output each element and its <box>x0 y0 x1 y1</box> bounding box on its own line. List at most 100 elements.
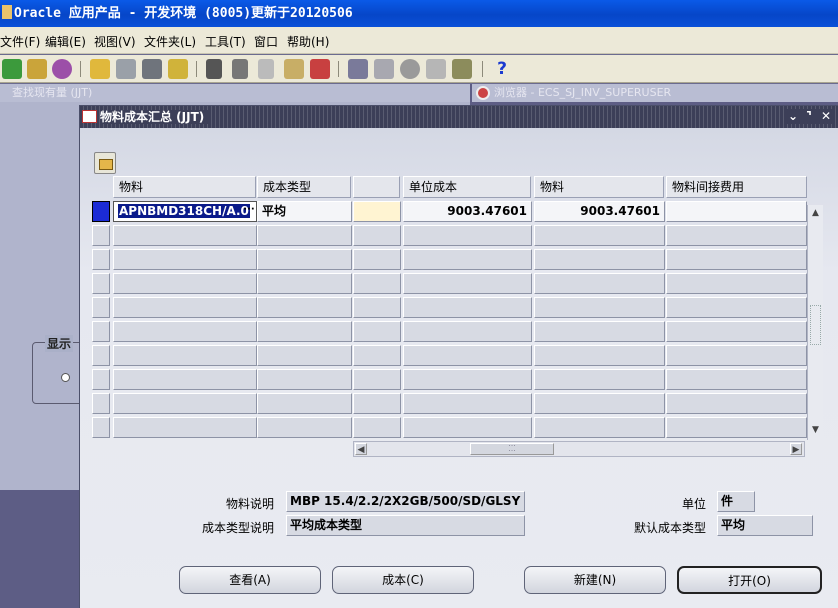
print-setup-icon[interactable] <box>116 59 136 79</box>
record-indicator[interactable] <box>92 345 110 366</box>
col-header-item[interactable]: 物料 <box>113 176 256 198</box>
cell-unit-cost[interactable] <box>403 297 532 318</box>
scroll-right-icon[interactable]: ▶ <box>790 443 802 455</box>
horizontal-scrollbar[interactable]: ◀ ⁚⁚⁚ ▶ <box>353 441 805 457</box>
record-indicator[interactable] <box>92 249 110 270</box>
cell-item[interactable] <box>113 369 257 390</box>
cell-material[interactable] <box>534 297 665 318</box>
delete-icon[interactable] <box>310 59 330 79</box>
scroll-thumb[interactable] <box>810 305 821 345</box>
cell-cost-type[interactable] <box>257 273 352 294</box>
cell-material-overhead[interactable] <box>666 249 807 270</box>
cell-unit-cost[interactable] <box>403 225 532 246</box>
cell-blank[interactable] <box>353 249 401 270</box>
cell-blank[interactable] <box>353 297 401 318</box>
cell-material-overhead[interactable] <box>666 345 807 366</box>
cell-cost-type[interactable] <box>257 393 352 414</box>
record-indicator[interactable] <box>92 297 110 318</box>
cell-blank[interactable] <box>353 321 401 342</box>
item-description-field[interactable]: MBP 15.4/2.2/2X2GB/500/SD/GLSY <box>286 491 525 512</box>
record-indicator[interactable] <box>92 201 110 222</box>
minimize-icon[interactable]: ⌄ <box>786 109 800 124</box>
record-indicator[interactable] <box>92 321 110 342</box>
cell-material-overhead[interactable] <box>666 225 807 246</box>
cost-button[interactable]: 成本(C) <box>332 566 474 594</box>
cell-blank[interactable] <box>353 273 401 294</box>
navigator-icon[interactable] <box>52 59 72 79</box>
cell-unit-cost[interactable] <box>403 249 532 270</box>
print-icon[interactable] <box>142 59 162 79</box>
cell-item[interactable] <box>113 321 257 342</box>
cell-unit-cost[interactable] <box>403 273 532 294</box>
cell-cost-type[interactable] <box>257 249 352 270</box>
cell-material-overhead[interactable] <box>666 297 807 318</box>
cell-item[interactable] <box>113 273 257 294</box>
cell-unit-cost[interactable] <box>403 345 532 366</box>
cell-item[interactable] <box>113 297 257 318</box>
paste-icon[interactable] <box>258 59 274 79</box>
attach-folder-icon[interactable] <box>168 59 188 79</box>
new-icon[interactable] <box>2 59 22 79</box>
col-header-unit-cost[interactable]: 单位成本 <box>403 176 531 198</box>
scroll-left-icon[interactable]: ◀ <box>355 443 367 455</box>
flashlight-icon[interactable] <box>27 59 47 79</box>
cell-material-overhead[interactable] <box>666 321 807 342</box>
cell-cost-type[interactable] <box>257 321 352 342</box>
cell-unit-cost[interactable] <box>403 393 532 414</box>
menu-tools[interactable]: 工具(T) <box>205 33 246 50</box>
cell-material-overhead[interactable] <box>666 369 807 390</box>
record-indicator[interactable] <box>92 417 110 438</box>
record-indicator[interactable] <box>92 225 110 246</box>
cell-blank[interactable] <box>353 417 401 438</box>
menu-folder[interactable]: 文件夹(L) <box>144 33 196 50</box>
menu-help[interactable]: 帮助(H) <box>287 33 329 50</box>
help-icon[interactable]: ? <box>492 59 512 79</box>
cell-item[interactable] <box>113 345 257 366</box>
cell-material[interactable] <box>534 225 665 246</box>
cell-material-overhead[interactable] <box>666 273 807 294</box>
pencil-icon[interactable] <box>348 59 368 79</box>
cell-item[interactable] <box>113 225 257 246</box>
cell-cost-type[interactable] <box>257 297 352 318</box>
record-indicator[interactable] <box>92 273 110 294</box>
cell-material[interactable]: 9003.47601 <box>534 201 665 222</box>
cell-cost-type[interactable] <box>257 225 352 246</box>
save-icon[interactable] <box>90 59 110 79</box>
cell-material[interactable] <box>534 417 665 438</box>
cell-cost-type[interactable] <box>257 417 352 438</box>
cell-blank[interactable] <box>353 201 401 222</box>
close-icon[interactable]: ✕ <box>819 109 833 124</box>
cell-cost-type[interactable] <box>257 369 352 390</box>
cell-unit-cost[interactable] <box>403 321 532 342</box>
folder-open-icon[interactable] <box>94 152 116 174</box>
open-button[interactable]: 打开(O) <box>677 566 822 594</box>
col-header-material-overhead[interactable]: 物料间接费用 <box>666 176 807 198</box>
hscroll-thumb[interactable]: ⁚⁚⁚ <box>470 443 554 455</box>
menu-view[interactable]: 视图(V) <box>94 33 136 50</box>
scroll-up-icon[interactable]: ▲ <box>810 208 821 219</box>
cell-cost-type[interactable]: 平均 <box>257 201 352 222</box>
cell-item[interactable] <box>113 249 257 270</box>
cell-material[interactable] <box>534 321 665 342</box>
tools-icon[interactable] <box>452 59 472 79</box>
cell-material-overhead[interactable] <box>666 393 807 414</box>
cell-cost-type[interactable] <box>257 345 352 366</box>
display-radio[interactable] <box>61 373 70 382</box>
view-button[interactable]: 查看(A) <box>179 566 321 594</box>
record-indicator[interactable] <box>92 393 110 414</box>
scroll-down-icon[interactable]: ▼ <box>810 425 821 436</box>
cell-blank[interactable] <box>353 225 401 246</box>
cell-blank[interactable] <box>353 393 401 414</box>
cell-item[interactable] <box>113 393 257 414</box>
cell-material[interactable] <box>534 249 665 270</box>
cut-icon[interactable] <box>206 59 222 79</box>
paperclip-icon[interactable] <box>426 59 446 79</box>
cell-item[interactable]: APNBMD318CH/A.0 <box>113 201 257 222</box>
cell-unit-cost[interactable]: 9003.47601 <box>403 201 532 222</box>
navigator-window-title[interactable]: 浏览器 - ECS_SJ_INV_SUPERUSER <box>472 84 838 102</box>
maximize-icon[interactable]: ⌝ <box>802 109 816 124</box>
cell-unit-cost[interactable] <box>403 417 532 438</box>
new-button[interactable]: 新建(N) <box>524 566 666 594</box>
cell-unit-cost[interactable] <box>403 369 532 390</box>
cell-material[interactable] <box>534 273 665 294</box>
